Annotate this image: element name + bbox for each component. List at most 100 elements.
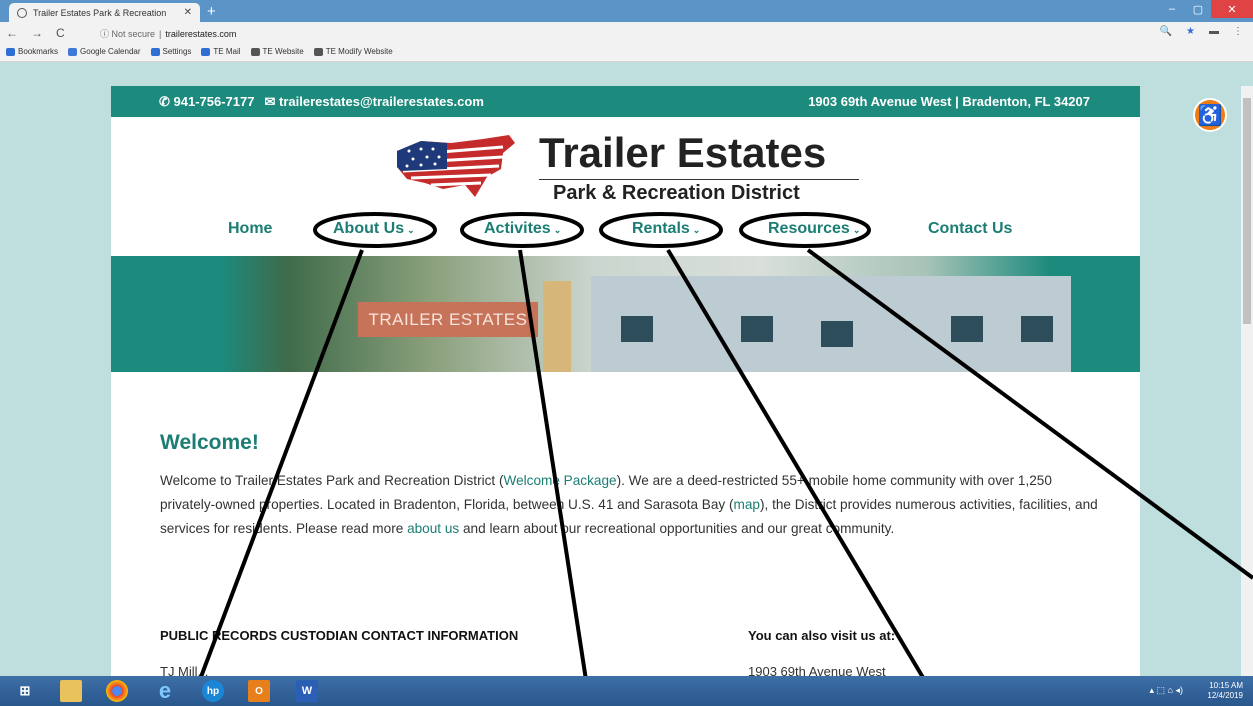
internet-explorer-icon[interactable]: e	[154, 678, 176, 703]
security-indicator[interactable]: ⓘ Not secure	[100, 27, 155, 40]
url-field[interactable]: ⓘ Not secure | trailerestates.com	[100, 27, 236, 40]
nav-activities-label: Activites	[484, 220, 551, 237]
logo-subtitle: Park & Recreation District	[553, 182, 800, 204]
hero-building	[591, 276, 1071, 372]
bookmark-label: TE Modify Website	[325, 47, 393, 56]
bookmark-label: Bookmarks	[18, 47, 59, 56]
nav-home-label: Home	[228, 220, 273, 237]
email-link[interactable]: ✉ trailerestates@trailerestates.com	[264, 94, 483, 110]
toolbar-icons: 🔍 ★ ▬ ⋮	[1160, 26, 1243, 37]
file-explorer-icon[interactable]	[60, 680, 82, 702]
browser-tab-strip: Trailer Estates Park & Recreation ✕ + – …	[0, 0, 1253, 22]
url-separator: |	[159, 28, 162, 39]
scrollbar-thumb[interactable]	[1243, 98, 1251, 324]
windows-start-icon[interactable]: ⊞	[14, 680, 36, 702]
system-clock[interactable]: 10:15 AM 12/4/2019	[1207, 681, 1243, 701]
outlook-icon[interactable]: O	[248, 680, 270, 702]
bookmark-star-icon[interactable]: ★	[1186, 26, 1195, 37]
maximize-button[interactable]: ▢	[1185, 0, 1211, 18]
hero-sign: TRAILER ESTATES	[358, 302, 538, 337]
intro-text-1: Welcome to Trailer Estates Park and Recr…	[160, 473, 504, 488]
globe-icon	[313, 47, 323, 56]
web-page: ✆ 941-756-7177 ✉ trailerestates@trailere…	[111, 86, 1140, 676]
intro-text-4: and learn about our recreational opportu…	[459, 521, 895, 536]
visit-address: 1903 69th Avenue West	[748, 664, 886, 676]
gear-icon	[150, 47, 160, 56]
accessibility-icon[interactable]: ♿	[1193, 98, 1227, 132]
bookmarks-bar: Bookmarks Google Calendar Settings TE Mail T…	[6, 47, 393, 56]
hero-banner: TRAILER ESTATES	[111, 256, 1140, 372]
bookmark-label: TE Website	[262, 47, 304, 56]
tab-title: Trailer Estates Park & Recreation	[33, 7, 167, 18]
browser-nav: ← → C	[6, 26, 65, 40]
site-top-bar: ✆ 941-756-7177 ✉ trailerestates@trailere…	[111, 86, 1140, 117]
main-nav: Home About Us ⌄ Activites ⌄ Rentals ⌄ Resou…	[111, 220, 1140, 244]
bookmark-label: TE Mail	[213, 47, 241, 56]
browser-tab[interactable]: Trailer Estates Park & Recreation ✕	[9, 3, 200, 22]
bookmark-label: Settings	[162, 47, 192, 56]
records-heading: PUBLIC RECORDS CUSTODIAN CONTACT INFORMA…	[160, 628, 519, 643]
nav-resources-label: Resources	[768, 220, 850, 237]
bookmark-item[interactable]: TE Website	[250, 47, 304, 56]
chevron-down-icon: ⌄	[553, 225, 562, 235]
bookmark-item[interactable]: Settings	[150, 47, 192, 56]
welcome-heading: Welcome!	[160, 431, 259, 454]
word-icon[interactable]: W	[296, 680, 318, 702]
phone-link[interactable]: ✆ 941-756-7177	[159, 94, 254, 110]
menu-icon[interactable]: ⋮	[1233, 26, 1243, 37]
bookmark-item[interactable]: TE Mail	[201, 47, 241, 56]
hero-pillar	[543, 281, 571, 372]
chrome-icon[interactable]	[106, 680, 128, 702]
email-address: trailerestates@trailerestates.com	[279, 93, 484, 109]
chevron-down-icon: ⌄	[407, 225, 415, 235]
new-tab-button[interactable]: +	[207, 3, 216, 20]
close-tab-icon[interactable]: ✕	[184, 7, 192, 18]
bookmark-label: Google Calendar	[80, 47, 141, 56]
forward-button[interactable]: →	[31, 26, 43, 40]
calendar-icon	[68, 47, 78, 56]
main-content: Welcome! Welcome to Trailer Estates Park…	[160, 431, 1110, 676]
site-logo[interactable]: Trailer Estates Park & Recreation Distri…	[391, 129, 861, 209]
welcome-package-link[interactable]: Welcome Package	[504, 473, 617, 488]
nav-about-us[interactable]: About Us ⌄	[333, 220, 415, 238]
window-controls: – ▢ ✕	[1159, 0, 1253, 20]
bookmark-item[interactable]: TE Modify Website	[313, 47, 393, 56]
logo-title: Trailer Estates	[539, 129, 827, 176]
nav-rentals[interactable]: Rentals ⌄	[632, 220, 700, 238]
bookmark-item[interactable]: Google Calendar	[68, 47, 141, 56]
globe-icon	[250, 47, 260, 56]
globe-icon	[17, 7, 27, 18]
clock-date: 12/4/2019	[1207, 691, 1243, 700]
mail-icon	[201, 47, 211, 56]
chevron-down-icon: ⌄	[692, 225, 701, 235]
back-button[interactable]: ←	[6, 26, 18, 40]
system-tray-icons[interactable]: ▴ ⬚ ⌂ ◂)	[1150, 685, 1183, 696]
url-text[interactable]: trailerestates.com	[165, 29, 236, 39]
nav-rentals-label: Rentals	[632, 220, 690, 237]
reload-button[interactable]: C	[56, 26, 65, 40]
logo-divider	[539, 179, 859, 180]
hp-icon[interactable]: hp	[202, 680, 224, 702]
star-icon	[6, 47, 15, 56]
visit-heading: You can also visit us at:	[748, 628, 896, 643]
nav-contact-label: Contact Us	[928, 220, 1013, 237]
nav-resources[interactable]: Resources ⌄	[768, 220, 860, 238]
nav-about-label: About Us	[333, 220, 405, 237]
nav-contact-us[interactable]: Contact Us	[928, 220, 1012, 238]
nav-activities[interactable]: Activites ⌄	[484, 220, 561, 238]
page-scrollbar[interactable]	[1241, 86, 1253, 676]
address-bar: ← → C ⓘ Not secure | trailerestates.com …	[0, 22, 1253, 62]
phone-number: 941-756-7177	[173, 93, 255, 109]
windows-taskbar: ⊞ e hp O W ▴ ⬚ ⌂ ◂) 10:15 AM 12/4/2019	[0, 676, 1253, 706]
bookmark-item[interactable]: Bookmarks	[6, 47, 58, 56]
extension-icon[interactable]: ▬	[1209, 26, 1219, 37]
chevron-down-icon: ⌄	[852, 225, 861, 235]
map-link[interactable]: map	[734, 497, 760, 512]
close-window-button[interactable]: ✕	[1211, 0, 1253, 18]
nav-home[interactable]: Home	[228, 220, 272, 238]
zoom-icon[interactable]: 🔍	[1160, 26, 1172, 37]
minimize-button[interactable]: –	[1159, 0, 1185, 18]
us-flag-map-icon	[397, 135, 515, 197]
site-address: 1903 69th Avenue West | Bradenton, FL 34…	[808, 94, 1090, 109]
about-us-link[interactable]: about us	[407, 521, 459, 536]
